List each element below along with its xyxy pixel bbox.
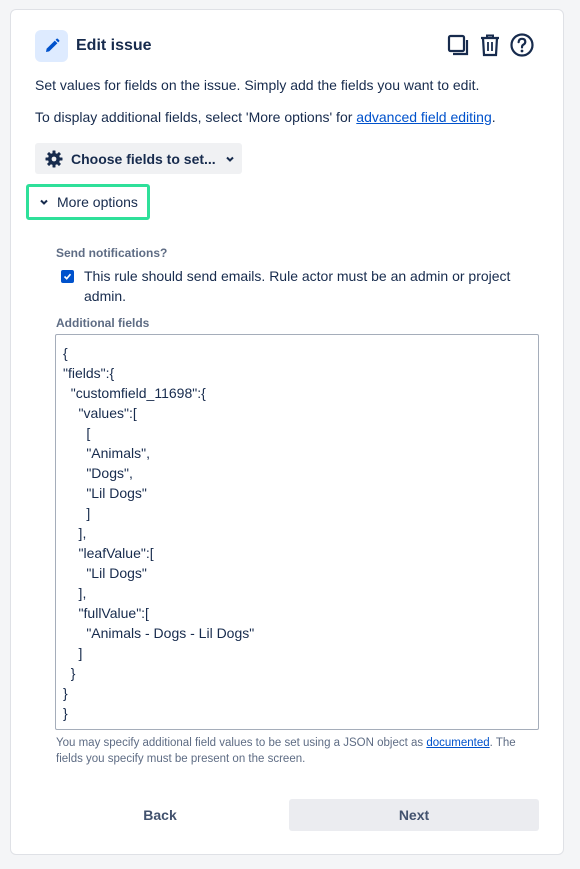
chevron-down-icon [224,153,236,165]
send-notifications-label: Send notifications? [56,246,168,260]
send-emails-row: This rule should send emails. Rule actor… [61,266,531,306]
trash-icon[interactable] [477,32,503,58]
choose-fields-label: Choose fields to set... [71,150,216,167]
help-text-prefix: You may specify additional field values … [56,737,427,749]
additional-fields-textarea[interactable]: { "fields":{ "customfield_11698":{ "valu… [55,334,539,730]
documented-link[interactable]: documented [426,737,489,749]
help-text: You may specify additional field values … [56,735,536,767]
description-suffix: . [491,109,496,125]
description-line-2: To display additional fields, select 'Mo… [35,109,496,125]
help-icon[interactable] [509,32,535,58]
send-emails-checkbox[interactable] [61,270,74,283]
send-emails-label: This rule should send emails. Rule actor… [84,268,511,304]
panel-title: Edit issue [76,37,152,54]
gear-icon [45,150,63,168]
more-options-label: More options [57,194,138,210]
description-line-1: Set values for fields on the issue. Simp… [35,77,480,93]
advanced-field-editing-link[interactable]: advanced field editing [356,109,491,125]
chevron-down-icon [39,197,49,207]
additional-fields-json: { "fields":{ "customfield_11698":{ "valu… [63,345,255,721]
copy-icon[interactable] [445,32,471,58]
additional-fields-label: Additional fields [56,316,150,330]
description-text: To display additional fields, select 'Mo… [35,109,357,125]
panel-header: Edit issue [35,30,539,66]
back-button[interactable]: Back [89,799,231,831]
choose-fields-button[interactable]: Choose fields to set... [35,143,242,174]
next-button[interactable]: Next [289,799,539,831]
edit-issue-panel: Edit issue Set values for fields on the … [10,9,564,855]
more-options-toggle[interactable]: More options [26,184,150,220]
pencil-icon [35,30,68,62]
